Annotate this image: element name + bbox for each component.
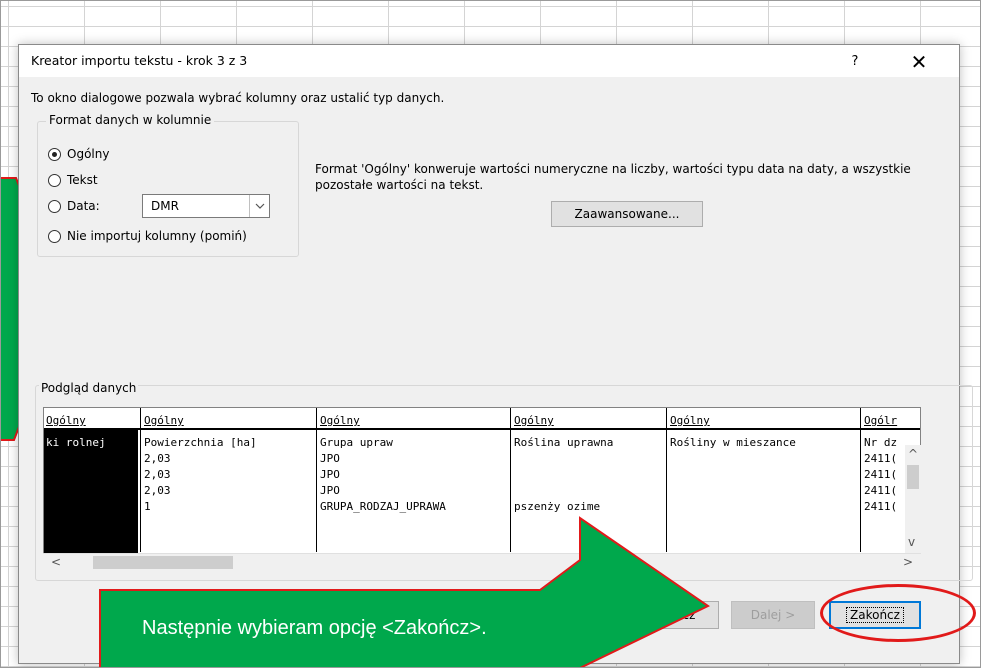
callout-arrow-overlay — [99, 516, 710, 668]
callout-text: Następnie wybieram opcję <Zakończ>. — [142, 616, 487, 639]
callout-box: Następnie wybieram opcję <Zakończ>. — [100, 588, 662, 668]
